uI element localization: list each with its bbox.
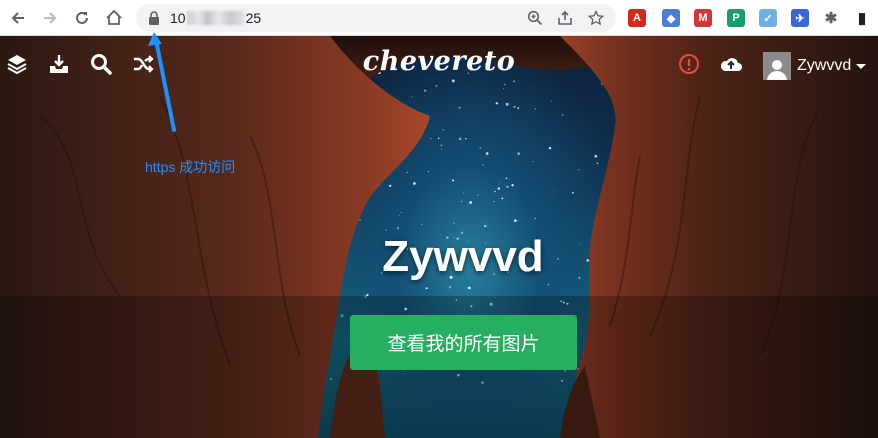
acrobat-extension-icon[interactable]: A: [628, 9, 646, 27]
reload-icon: [76, 11, 88, 24]
puzzle-extension-icon[interactable]: ✱: [822, 9, 840, 27]
browser-toolbar: 10 25 A ◆ M P ✓ ✈ ✱ ▮: [0, 0, 878, 36]
bird-extension-icon[interactable]: ✈: [791, 9, 809, 27]
forward-button[interactable]: [38, 6, 62, 30]
site-header: chevereto Zywvvd: [0, 36, 878, 92]
share-button[interactable]: [556, 9, 574, 27]
reload-button[interactable]: [70, 6, 94, 30]
url-text: 10 25: [170, 10, 261, 26]
avatar: [763, 52, 791, 80]
url-suffix: 25: [245, 10, 262, 26]
mendeley-extension-icon[interactable]: M: [694, 9, 712, 27]
site-logo[interactable]: chevereto: [0, 46, 878, 77]
zoom-icon: [527, 10, 543, 26]
sidepanel-icon[interactable]: ▮: [853, 9, 871, 27]
home-icon: [106, 9, 122, 25]
cloud-upload-button[interactable]: [719, 52, 743, 76]
zoom-button[interactable]: [526, 9, 544, 27]
url-redacted: [186, 11, 245, 25]
alert-button[interactable]: [677, 52, 701, 76]
star-icon: [588, 10, 604, 26]
user-silhouette-icon: [767, 60, 787, 80]
graduation-extension-icon[interactable]: ◆: [662, 9, 680, 27]
home-button[interactable]: [102, 6, 126, 30]
arrow-right-icon: [44, 12, 57, 24]
username: Zywvvd: [797, 57, 852, 74]
arrow-left-icon: [11, 12, 24, 24]
share-icon: [558, 10, 572, 25]
user-menu[interactable]: Zywvvd: [763, 52, 867, 80]
p-extension-icon[interactable]: P: [727, 9, 745, 27]
address-bar[interactable]: 10 25: [136, 4, 616, 32]
back-button[interactable]: [6, 6, 30, 30]
alert-circle-icon: [679, 54, 699, 74]
bookmark-button[interactable]: [587, 9, 605, 27]
lock-icon[interactable]: [148, 11, 160, 25]
view-all-images-button[interactable]: 查看我的所有图片: [350, 315, 577, 370]
chevron-down-icon: [856, 63, 867, 69]
annotation-label: https 成功访问: [145, 159, 236, 175]
cloud-upload-icon: [720, 58, 742, 71]
url-prefix: 10: [170, 10, 186, 26]
check-extension-icon[interactable]: ✓: [759, 9, 777, 27]
profile-title: Zywvvd: [382, 232, 544, 281]
